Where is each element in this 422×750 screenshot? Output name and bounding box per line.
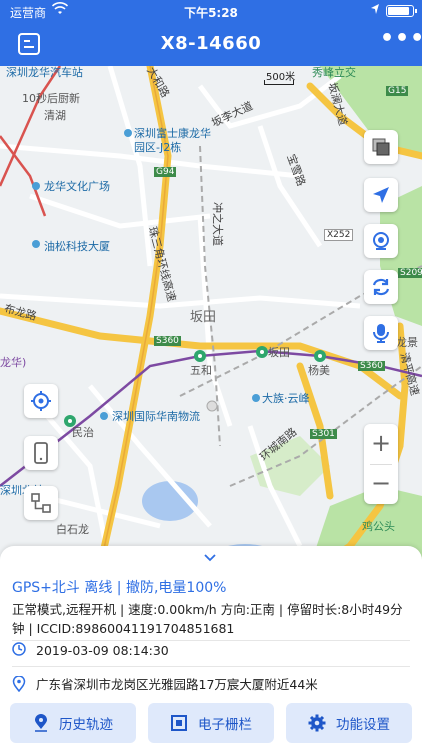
target-icon[interactable] bbox=[24, 384, 58, 418]
camera-icon[interactable] bbox=[364, 224, 398, 258]
location-pin-icon bbox=[33, 714, 49, 732]
location-pin-icon bbox=[12, 675, 28, 692]
highway-shield: S360 bbox=[358, 361, 385, 371]
zoom-control: + − bbox=[364, 424, 398, 504]
battery-icon bbox=[386, 5, 417, 17]
gear-icon bbox=[308, 714, 326, 732]
device-status-line: GPS+北斗 离线 | 撤防,电量100% bbox=[12, 580, 227, 596]
zoom-in-button[interactable]: + bbox=[364, 424, 398, 464]
map-label: 杨美 bbox=[308, 364, 330, 377]
divider bbox=[12, 640, 410, 641]
map-label: 冲之大道 bbox=[211, 202, 224, 246]
map-label: 大族·云峰 bbox=[262, 392, 310, 405]
map-label: 清湖 bbox=[44, 109, 66, 122]
highway-shield: S301 bbox=[310, 429, 337, 439]
clock-icon bbox=[12, 642, 28, 658]
map-label: 民治 bbox=[72, 426, 94, 439]
highway-shield: S360 bbox=[154, 336, 181, 346]
map-label: 坂田 bbox=[268, 346, 290, 359]
phone-icon[interactable] bbox=[24, 436, 58, 470]
map-label: 坂田 bbox=[190, 310, 217, 325]
map-label: 五和 bbox=[190, 364, 212, 377]
network-icon[interactable] bbox=[24, 486, 58, 520]
map-label: 龙景 bbox=[396, 336, 418, 349]
location-services-icon bbox=[370, 3, 380, 18]
geofence-label: 电子栅栏 bbox=[198, 717, 252, 733]
geofence-button[interactable]: 电子栅栏 bbox=[148, 703, 274, 743]
highway-shield: S209 bbox=[398, 268, 422, 278]
clock-time: 下午5:28 bbox=[184, 6, 238, 20]
chevron-down-icon[interactable] bbox=[203, 552, 217, 566]
address-row: 广东省深圳市龙岗区光雅园路17万宸大厦附近44米 bbox=[12, 674, 318, 693]
settings-button[interactable]: 功能设置 bbox=[286, 703, 412, 743]
history-track-button[interactable]: 历史轨迹 bbox=[10, 703, 136, 743]
map-view[interactable]: 500米 深圳龙华汽车站 10秒后厨新 清湖 大和路 坂李大道 坂澜大道 秀峰立… bbox=[0, 66, 422, 566]
map-scale-bar bbox=[264, 80, 294, 85]
map-label: 秀峰立交 bbox=[312, 66, 356, 79]
map-label: 龙华文化广场 bbox=[44, 180, 110, 193]
locate-arrow-icon[interactable] bbox=[364, 178, 398, 212]
battery-level bbox=[388, 7, 409, 15]
history-track-label: 历史轨迹 bbox=[59, 717, 113, 733]
refresh-icon[interactable] bbox=[364, 270, 398, 304]
status-bar: 运营商 下午5:28 bbox=[0, 0, 422, 22]
fence-icon bbox=[170, 714, 188, 732]
microphone-icon[interactable] bbox=[364, 316, 398, 350]
zoom-out-button[interactable]: − bbox=[364, 464, 398, 504]
map-label: 深圳龙华汽车站 bbox=[6, 66, 83, 79]
highway-shield: G15 bbox=[386, 86, 409, 96]
map-label: 10秒后厨新 bbox=[22, 92, 80, 105]
divider bbox=[12, 666, 410, 667]
timestamp-value: 2019-03-09 08:14:30 bbox=[36, 642, 169, 658]
header-bar: X8-14660 ••• bbox=[0, 22, 422, 66]
map-label: 白石龙 bbox=[56, 523, 89, 536]
device-detail-text: 正常模式,远程开机 | 速度:0.00km/h 方向:正南 | 停留时长:8小时… bbox=[12, 602, 403, 636]
map-label: 深圳国际华南物流 bbox=[112, 410, 200, 423]
layers-icon[interactable] bbox=[364, 130, 398, 164]
timestamp-row: 2019-03-09 08:14:30 bbox=[12, 642, 169, 658]
highway-shield: X252 bbox=[324, 229, 354, 241]
map-label: 油松科技大厦 bbox=[44, 240, 110, 253]
highway-shield: G94 bbox=[154, 167, 177, 177]
settings-label: 功能设置 bbox=[336, 717, 390, 733]
address-value: 广东省深圳市龙岗区光雅园路17万宸大厦附近44米 bbox=[36, 677, 318, 692]
map-label: 鸡公头 bbox=[362, 520, 395, 533]
map-label: 园区-J2栋 bbox=[134, 141, 182, 154]
device-title: X8-14660 bbox=[160, 33, 262, 54]
map-label: 龙华) bbox=[0, 356, 27, 369]
more-icon[interactable]: ••• bbox=[380, 28, 422, 56]
